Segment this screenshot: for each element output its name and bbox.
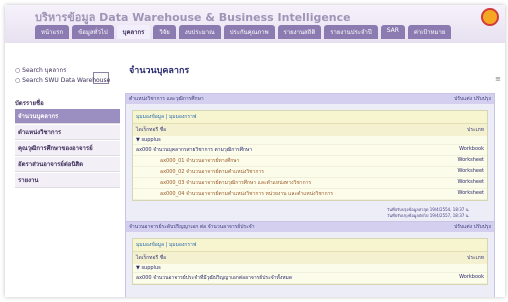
row-name: ax000_01 จำนวนอาจารย์ทางศึกษา xyxy=(160,158,240,164)
table-row[interactable]: ax000_03 จำนวนอาจารย์ตามวุฒิการศึกษา และ… xyxy=(133,178,487,189)
sidebar-item-academic-position[interactable]: ตำแหน่งวิชาการ xyxy=(15,125,120,140)
update-info: วันที่ปรับปรุงข้อมูลล่าสุด 19/4/2554, 18… xyxy=(387,207,470,219)
row-type: Workbook xyxy=(459,146,484,152)
table-row[interactable]: ax000_04 จำนวนอาจารย์ตามตำแหน่งวิชาการ ห… xyxy=(133,189,487,200)
column-type: ประเภท xyxy=(467,127,484,133)
column-name: ไดเร็กทอรี ชื่อ xyxy=(136,255,167,261)
table-row[interactable]: ax000 จำนวนบุคลากรสายวิชาการ ตามวุฒิการศ… xyxy=(133,145,487,156)
panel-actions[interactable]: ปรับแต่ง ปรับปรุง xyxy=(454,222,491,232)
table-row[interactable]: ax000 จำนวนอาจารย์ประจำที่มีวุฒิปริญญาเอ… xyxy=(133,273,487,284)
row-type: Worksheet xyxy=(457,179,484,185)
row-name: ax000_02 จำนวนอาจารย์ตามตำแหน่งวิชาการ xyxy=(160,169,264,175)
logo-icon xyxy=(481,8,499,26)
search-option-personnel[interactable]: ○ Search บุคลากร xyxy=(15,65,120,75)
workbook-list: มุมมองข้อมูล | มุมมองกราฟ ไดเร็กทอรี ชื่… xyxy=(132,110,488,201)
table-row[interactable]: ax000_01 จำนวนอาจารย์ทางศึกษา Worksheet xyxy=(133,156,487,167)
row-name: ax000_03 จำนวนอาจารย์ตามวุฒิการศึกษา และ… xyxy=(160,180,312,186)
panel-title: จำนวนอาจารย์ระดับปริญญาเอก ต่อ จำนวนอาจา… xyxy=(129,224,255,230)
folder-row[interactable]: ▼ supplus xyxy=(133,264,487,273)
page-title: จำนวนบุคลากร xyxy=(129,66,190,76)
view-tabs[interactable]: มุมมองข้อมูล | มุมมองกราฟ xyxy=(133,111,487,124)
column-header: ไดเร็กทอรี ชื่อ ประเภท xyxy=(133,124,487,136)
column-header: ไดเร็กทอรี ชื่อ ประเภท xyxy=(133,252,487,264)
folder-name: ▼ supplus xyxy=(136,137,161,143)
tab-personnel[interactable]: บุคลากร xyxy=(116,25,151,39)
panel-actions[interactable]: ปรับแต่ง ปรับปรุง xyxy=(454,94,491,104)
folder-label: supplus xyxy=(141,265,161,271)
tab-research[interactable]: วิจัย xyxy=(153,25,176,39)
search-option-label: Search SWU Data Warehouse xyxy=(22,77,111,84)
browser-frame: บริหารข้อมูล Data Warehouse & Business I… xyxy=(5,5,505,297)
sidebar-heading: บัตรรายชื่อ xyxy=(15,100,44,107)
row-type: Worksheet xyxy=(457,168,484,174)
app-header: บริหารข้อมูล Data Warehouse & Business I… xyxy=(5,5,505,43)
sidebar-item-qualification[interactable]: คุณวุฒิการศึกษาของอาจารย์ xyxy=(15,141,120,156)
sidebar-item-report[interactable]: รายงาน xyxy=(15,173,120,188)
panel-title: ตำแหน่งวิชาการ และวุฒิการศึกษา xyxy=(129,96,204,102)
table-row[interactable]: ax000_02 จำนวนอาจารย์ตามตำแหน่งวิชาการ W… xyxy=(133,167,487,178)
search-option-label: Search บุคลากร xyxy=(22,67,67,74)
sidebar-item-personnel-count[interactable]: จำนวนบุคลากร xyxy=(15,109,120,124)
row-name: ax000 จำนวนบุคลากรสายวิชาการ ตามวุฒิการศ… xyxy=(136,147,253,153)
view-tabs[interactable]: มุมมองข้อมูล | มุมมองกราฟ xyxy=(133,239,487,252)
tab-annual-report[interactable]: รายงานประจำปี xyxy=(324,25,378,39)
menu-icon[interactable]: ≡ xyxy=(495,75,501,83)
row-type: Worksheet xyxy=(457,190,484,196)
next-update: วันที่ปรับปรุงข้อมูลถัดไป 19/4/2557, 18:… xyxy=(387,213,470,218)
tab-quality[interactable]: ประกันคุณภาพ xyxy=(223,25,275,39)
main-nav: หน้าแรก ข้อมูลทั่วไป บุคลากร วิจัย งบประ… xyxy=(35,25,452,39)
sidebar-item-ratio[interactable]: อัตราส่วนอาจารย์ต่อนิสิต xyxy=(15,157,120,172)
tab-sar[interactable]: SAR xyxy=(380,25,405,39)
folder-label: supplus xyxy=(141,137,161,143)
main-content: จำนวนบุคลากร xyxy=(125,63,493,77)
column-type: ประเภท xyxy=(467,255,484,261)
row-type: Workbook xyxy=(459,274,484,280)
panel-phd-ratio: จำนวนอาจารย์ระดับปริญญาเอก ต่อ จำนวนอาจา… xyxy=(125,221,495,297)
tab-general[interactable]: ข้อมูลทั่วไป xyxy=(72,25,114,39)
search-option-warehouse[interactable]: ○ Search SWU Data Warehouse xyxy=(15,77,120,84)
sidebar: ○ Search บุคลากร ○ Search SWU Data Wareh… xyxy=(15,63,120,188)
tab-home[interactable]: หน้าแรก xyxy=(35,25,70,39)
tab-budget[interactable]: งบประมาณ xyxy=(178,25,221,39)
row-name: ax000 จำนวนอาจารย์ประจำที่มีวุฒิปริญญาเอ… xyxy=(136,275,293,281)
tab-statistics[interactable]: รายงานสถิติ xyxy=(277,25,322,39)
row-type: Worksheet xyxy=(457,157,484,163)
panel-header: ตำแหน่งวิชาการ และวุฒิการศึกษา ปรับแต่ง … xyxy=(126,94,494,104)
column-name: ไดเร็กทอรี ชื่อ xyxy=(136,127,167,133)
folder-row[interactable]: ▼ supplus xyxy=(133,136,487,145)
panel-spacer xyxy=(126,289,494,297)
panel-header: จำนวนอาจารย์ระดับปริญญาเอก ต่อ จำนวนอาจา… xyxy=(126,222,494,232)
row-name: ax000_04 จำนวนอาจารย์ตามตำแหน่งวิชาการ ห… xyxy=(160,191,334,197)
workbook-list: มุมมองข้อมูล | มุมมองกราฟ ไดเร็กทอรี ชื่… xyxy=(132,238,488,285)
folder-name: ▼ supplus xyxy=(136,265,161,271)
tab-targets[interactable]: ค่าเป้าหมาย xyxy=(407,25,452,39)
app-title: บริหารข้อมูล Data Warehouse & Business I… xyxy=(35,11,351,24)
